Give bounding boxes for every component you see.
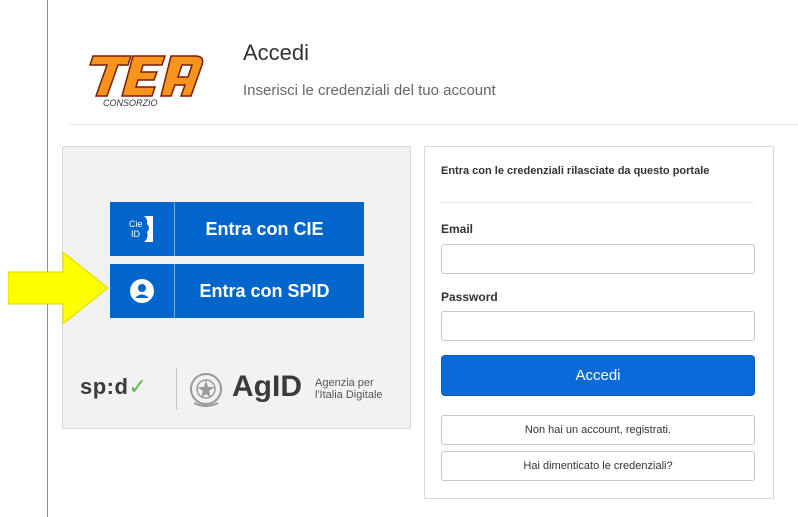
spid-check-icon: ✓ bbox=[128, 374, 148, 399]
forgot-credentials-button[interactable]: Hai dimenticato le credenziali? bbox=[441, 451, 755, 481]
header-divider bbox=[70, 124, 798, 125]
cie-button-icon-area: Cie ID bbox=[110, 202, 175, 256]
spid-logo: sp:d✓ bbox=[80, 374, 147, 400]
agid-subtitle-line-2: l'Italia Digitale bbox=[315, 389, 383, 401]
agid-logo-subtitle: Agenzia per l'Italia Digitale bbox=[315, 377, 383, 401]
spid-button-label: Entra con SPID bbox=[199, 280, 330, 301]
yellow-arrow-annotation bbox=[8, 250, 109, 326]
register-button[interactable]: Non hai un account, registrati. bbox=[441, 415, 755, 445]
page-title: Accedi bbox=[243, 40, 310, 65]
cie-button-label: Entra con CIE bbox=[205, 218, 324, 239]
login-form-divider bbox=[441, 202, 755, 203]
agid-logo-text: AgID bbox=[232, 370, 302, 403]
email-field[interactable] bbox=[441, 244, 755, 274]
svg-text:ID: ID bbox=[131, 229, 141, 239]
cie-login-button[interactable]: Cie ID Entra con CIE bbox=[110, 202, 364, 256]
italian-emblem-icon bbox=[190, 373, 222, 407]
password-field[interactable] bbox=[441, 311, 755, 341]
page-subtitle: Inserisci le credenziali del tuo account bbox=[243, 82, 496, 99]
logo-subtext: CONSORZIO bbox=[103, 98, 158, 108]
cie-id-icon: Cie ID bbox=[129, 216, 153, 242]
spid-login-button[interactable]: Entra con SPID bbox=[110, 264, 364, 318]
login-form-intro: Entra con le credenziali rilasciate da q… bbox=[441, 165, 710, 177]
tea-consorzio-logo: CONSORZIO bbox=[88, 55, 204, 108]
logos-divider bbox=[176, 368, 177, 410]
login-submit-button[interactable]: Accedi bbox=[441, 355, 755, 396]
spid-logo-text: sp:d bbox=[80, 374, 129, 399]
spid-button-icon-area bbox=[110, 264, 175, 318]
password-label: Password bbox=[441, 290, 498, 304]
user-circle-icon bbox=[130, 279, 154, 303]
agid-subtitle-line-1: Agenzia per bbox=[315, 377, 374, 389]
email-label: Email bbox=[441, 222, 474, 236]
svg-text:Cie: Cie bbox=[129, 219, 143, 229]
